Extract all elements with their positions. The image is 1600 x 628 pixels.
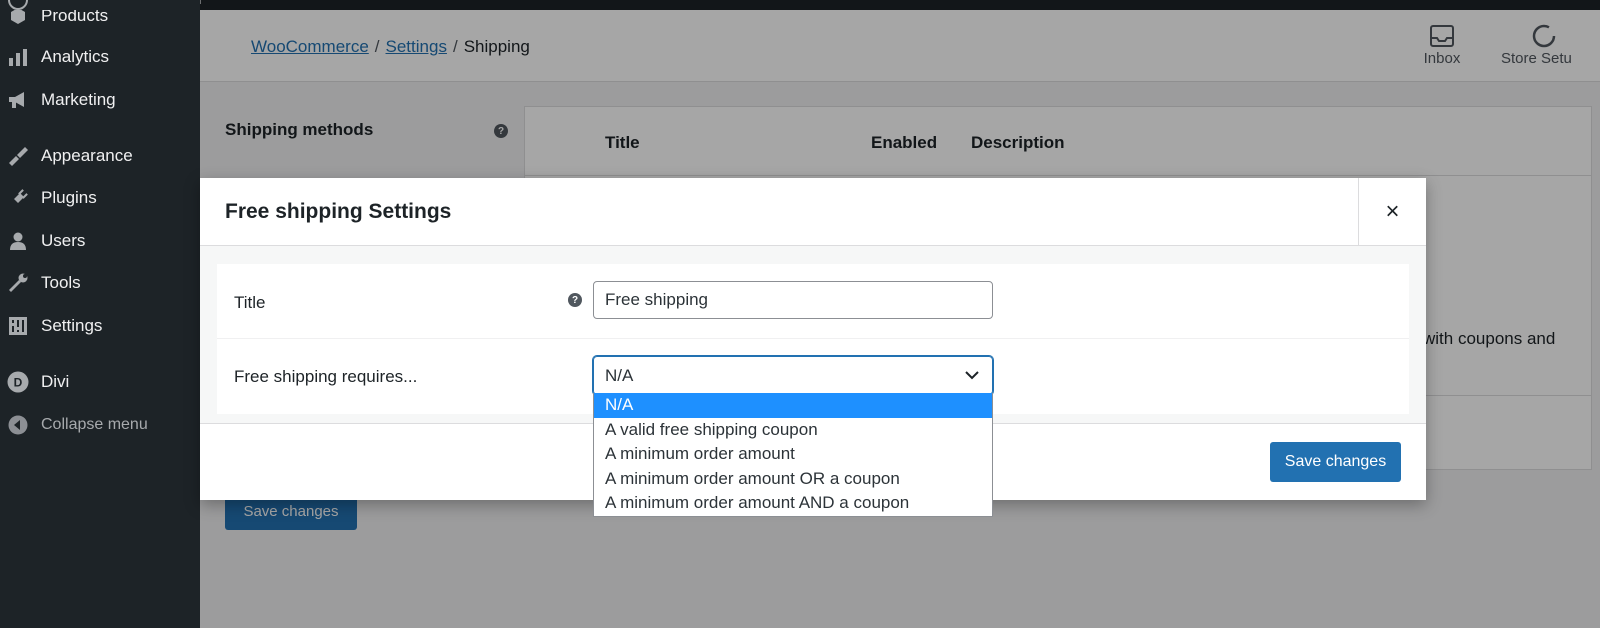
option-min-amount-and-coupon[interactable]: A minimum order amount AND a coupon [594, 491, 992, 516]
sidebar-item-label: Marketing [41, 90, 116, 109]
analytics-icon [7, 46, 29, 68]
sidebar-item-label: Divi [41, 372, 70, 391]
megaphone-icon [7, 89, 29, 111]
title-input[interactable]: Free shipping [593, 281, 993, 319]
sidebar-item-label: Settings [41, 316, 103, 335]
requires-selected-value: N/A [605, 365, 634, 385]
help-icon[interactable]: ? [568, 293, 582, 307]
close-icon: × [1385, 198, 1400, 225]
settings-icon [7, 315, 29, 337]
admin-sidebar: Products Analytics Marketing Appearance … [0, 10, 200, 628]
sidebar-item-divi[interactable]: D Divi [0, 362, 200, 402]
sidebar-item-settings[interactable]: Settings [0, 306, 200, 346]
option-min-amount-or-coupon[interactable]: A minimum order amount OR a coupon [594, 467, 992, 492]
modal-title: Free shipping Settings [225, 200, 452, 223]
requires-field-label: Free shipping requires... [234, 367, 418, 386]
title-field-label: Title [234, 293, 266, 312]
chevron-down-icon [964, 367, 980, 388]
settings-form: Title ? Free shipping Free shipping requ… [217, 264, 1409, 414]
option-free-shipping-coupon[interactable]: A valid free shipping coupon [594, 418, 992, 443]
sidebar-item-plugins[interactable]: Plugins [0, 178, 200, 218]
wrench-icon [7, 272, 29, 294]
form-divider [217, 338, 1409, 339]
sidebar-item-appearance[interactable]: Appearance [0, 136, 200, 176]
wordpress-logo-icon[interactable] [8, 0, 28, 10]
collapse-icon [7, 414, 29, 436]
sidebar-item-collapse-menu[interactable]: Collapse menu [0, 405, 200, 445]
sidebar-item-label: Products [41, 10, 109, 25]
save-changes-button[interactable]: Save changes [1270, 442, 1401, 482]
sidebar-item-label: Tools [41, 273, 81, 292]
modal-header: Free shipping Settings × [200, 178, 1426, 246]
sidebar-item-label: Users [41, 231, 86, 250]
sidebar-item-label: Plugins [41, 188, 97, 207]
sidebar-item-label: Collapse menu [41, 416, 148, 433]
sidebar-item-label: Analytics [41, 47, 110, 66]
paintbrush-icon [7, 145, 29, 167]
option-na[interactable]: N/A [594, 393, 992, 418]
users-icon [7, 230, 29, 252]
option-minimum-order-amount[interactable]: A minimum order amount [594, 442, 992, 467]
divi-icon: D [7, 371, 29, 393]
products-icon [7, 10, 29, 27]
svg-text:D: D [14, 376, 23, 390]
sidebar-item-analytics[interactable]: Analytics [0, 37, 200, 77]
sidebar-item-marketing[interactable]: Marketing [0, 80, 200, 120]
sidebar-item-users[interactable]: Users [0, 221, 200, 261]
plugin-icon [7, 187, 29, 209]
sidebar-item-label: Appearance [41, 146, 133, 165]
sidebar-item-products[interactable]: Products [0, 10, 200, 36]
close-button[interactable]: × [1358, 178, 1426, 246]
sidebar-item-tools[interactable]: Tools [0, 263, 200, 303]
requires-options-list: N/A A valid free shipping coupon A minim… [593, 393, 993, 517]
requires-select[interactable]: N/A [593, 356, 993, 395]
